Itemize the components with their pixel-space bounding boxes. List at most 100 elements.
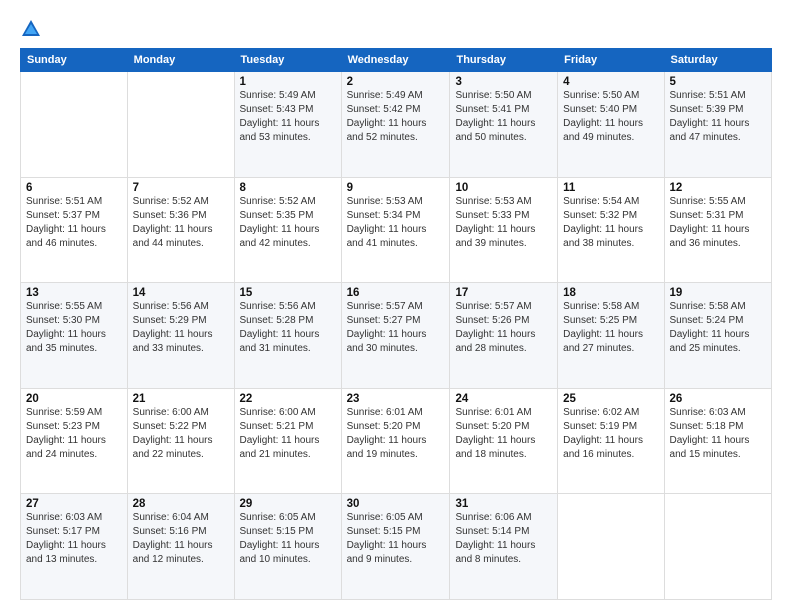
calendar-cell: 26Sunrise: 6:03 AM Sunset: 5:18 PM Dayli… [664,388,771,494]
day-info: Sunrise: 5:53 AM Sunset: 5:33 PM Dayligh… [455,195,552,251]
calendar-cell: 21Sunrise: 6:00 AM Sunset: 5:22 PM Dayli… [127,388,234,494]
day-info: Sunrise: 6:00 AM Sunset: 5:21 PM Dayligh… [240,406,336,462]
calendar-cell: 6Sunrise: 5:51 AM Sunset: 5:37 PM Daylig… [21,177,128,283]
day-info: Sunrise: 5:53 AM Sunset: 5:34 PM Dayligh… [347,195,445,251]
calendar-cell: 12Sunrise: 5:55 AM Sunset: 5:31 PM Dayli… [664,177,771,283]
calendar-cell: 20Sunrise: 5:59 AM Sunset: 5:23 PM Dayli… [21,388,128,494]
calendar-cell: 14Sunrise: 5:56 AM Sunset: 5:29 PM Dayli… [127,283,234,389]
day-info: Sunrise: 6:01 AM Sunset: 5:20 PM Dayligh… [455,406,552,462]
day-number: 29 [240,498,336,510]
day-info: Sunrise: 5:58 AM Sunset: 5:24 PM Dayligh… [670,300,766,356]
day-number: 5 [670,76,766,88]
day-info: Sunrise: 5:55 AM Sunset: 5:31 PM Dayligh… [670,195,766,251]
calendar-week-row: 1Sunrise: 5:49 AM Sunset: 5:43 PM Daylig… [21,72,772,178]
day-info: Sunrise: 6:03 AM Sunset: 5:18 PM Dayligh… [670,406,766,462]
day-info: Sunrise: 6:02 AM Sunset: 5:19 PM Dayligh… [563,406,658,462]
calendar-cell: 4Sunrise: 5:50 AM Sunset: 5:40 PM Daylig… [558,72,664,178]
day-info: Sunrise: 5:50 AM Sunset: 5:40 PM Dayligh… [563,89,658,145]
calendar-cell [21,72,128,178]
day-number: 14 [133,287,229,299]
day-number: 27 [26,498,122,510]
day-info: Sunrise: 5:56 AM Sunset: 5:28 PM Dayligh… [240,300,336,356]
day-number: 10 [455,182,552,194]
day-number: 4 [563,76,658,88]
calendar-week-row: 13Sunrise: 5:55 AM Sunset: 5:30 PM Dayli… [21,283,772,389]
calendar-cell [127,72,234,178]
calendar-header-sunday: Sunday [21,49,128,72]
day-number: 8 [240,182,336,194]
day-number: 24 [455,393,552,405]
day-info: Sunrise: 5:55 AM Sunset: 5:30 PM Dayligh… [26,300,122,356]
day-number: 16 [347,287,445,299]
day-info: Sunrise: 6:00 AM Sunset: 5:22 PM Dayligh… [133,406,229,462]
day-info: Sunrise: 5:52 AM Sunset: 5:35 PM Dayligh… [240,195,336,251]
day-info: Sunrise: 5:58 AM Sunset: 5:25 PM Dayligh… [563,300,658,356]
calendar-week-row: 6Sunrise: 5:51 AM Sunset: 5:37 PM Daylig… [21,177,772,283]
day-info: Sunrise: 6:05 AM Sunset: 5:15 PM Dayligh… [240,511,336,567]
day-info: Sunrise: 5:51 AM Sunset: 5:37 PM Dayligh… [26,195,122,251]
day-number: 28 [133,498,229,510]
calendar-cell: 19Sunrise: 5:58 AM Sunset: 5:24 PM Dayli… [664,283,771,389]
day-info: Sunrise: 6:03 AM Sunset: 5:17 PM Dayligh… [26,511,122,567]
day-number: 25 [563,393,658,405]
day-info: Sunrise: 6:01 AM Sunset: 5:20 PM Dayligh… [347,406,445,462]
calendar-cell: 15Sunrise: 5:56 AM Sunset: 5:28 PM Dayli… [234,283,341,389]
day-number: 7 [133,182,229,194]
day-info: Sunrise: 5:50 AM Sunset: 5:41 PM Dayligh… [455,89,552,145]
calendar-cell: 23Sunrise: 6:01 AM Sunset: 5:20 PM Dayli… [341,388,450,494]
day-number: 30 [347,498,445,510]
calendar-header-friday: Friday [558,49,664,72]
day-info: Sunrise: 5:49 AM Sunset: 5:43 PM Dayligh… [240,89,336,145]
day-info: Sunrise: 6:06 AM Sunset: 5:14 PM Dayligh… [455,511,552,567]
calendar-cell [558,494,664,600]
calendar-header-row: SundayMondayTuesdayWednesdayThursdayFrid… [21,49,772,72]
day-info: Sunrise: 5:52 AM Sunset: 5:36 PM Dayligh… [133,195,229,251]
day-info: Sunrise: 5:57 AM Sunset: 5:26 PM Dayligh… [455,300,552,356]
calendar-cell: 17Sunrise: 5:57 AM Sunset: 5:26 PM Dayli… [450,283,558,389]
calendar-cell: 22Sunrise: 6:00 AM Sunset: 5:21 PM Dayli… [234,388,341,494]
calendar-cell: 16Sunrise: 5:57 AM Sunset: 5:27 PM Dayli… [341,283,450,389]
day-number: 9 [347,182,445,194]
calendar-header-wednesday: Wednesday [341,49,450,72]
calendar-cell: 24Sunrise: 6:01 AM Sunset: 5:20 PM Dayli… [450,388,558,494]
day-number: 2 [347,76,445,88]
calendar-cell: 2Sunrise: 5:49 AM Sunset: 5:42 PM Daylig… [341,72,450,178]
day-info: Sunrise: 5:49 AM Sunset: 5:42 PM Dayligh… [347,89,445,145]
calendar-cell: 18Sunrise: 5:58 AM Sunset: 5:25 PM Dayli… [558,283,664,389]
day-number: 15 [240,287,336,299]
day-info: Sunrise: 5:59 AM Sunset: 5:23 PM Dayligh… [26,406,122,462]
page: SundayMondayTuesdayWednesdayThursdayFrid… [0,0,792,612]
calendar-header-thursday: Thursday [450,49,558,72]
day-number: 12 [670,182,766,194]
header [20,18,772,40]
calendar-cell: 28Sunrise: 6:04 AM Sunset: 5:16 PM Dayli… [127,494,234,600]
calendar-cell: 10Sunrise: 5:53 AM Sunset: 5:33 PM Dayli… [450,177,558,283]
calendar-cell: 27Sunrise: 6:03 AM Sunset: 5:17 PM Dayli… [21,494,128,600]
calendar-cell: 9Sunrise: 5:53 AM Sunset: 5:34 PM Daylig… [341,177,450,283]
calendar-cell: 13Sunrise: 5:55 AM Sunset: 5:30 PM Dayli… [21,283,128,389]
logo-icon [20,18,42,40]
day-number: 18 [563,287,658,299]
day-number: 6 [26,182,122,194]
day-number: 3 [455,76,552,88]
logo [20,18,46,40]
day-info: Sunrise: 5:56 AM Sunset: 5:29 PM Dayligh… [133,300,229,356]
calendar-cell [664,494,771,600]
calendar-week-row: 20Sunrise: 5:59 AM Sunset: 5:23 PM Dayli… [21,388,772,494]
day-number: 23 [347,393,445,405]
calendar-cell: 8Sunrise: 5:52 AM Sunset: 5:35 PM Daylig… [234,177,341,283]
calendar-cell: 30Sunrise: 6:05 AM Sunset: 5:15 PM Dayli… [341,494,450,600]
calendar-header-tuesday: Tuesday [234,49,341,72]
calendar-cell: 29Sunrise: 6:05 AM Sunset: 5:15 PM Dayli… [234,494,341,600]
day-info: Sunrise: 6:05 AM Sunset: 5:15 PM Dayligh… [347,511,445,567]
calendar-cell: 31Sunrise: 6:06 AM Sunset: 5:14 PM Dayli… [450,494,558,600]
day-number: 21 [133,393,229,405]
day-number: 1 [240,76,336,88]
day-info: Sunrise: 6:04 AM Sunset: 5:16 PM Dayligh… [133,511,229,567]
calendar-cell: 3Sunrise: 5:50 AM Sunset: 5:41 PM Daylig… [450,72,558,178]
day-number: 20 [26,393,122,405]
day-number: 26 [670,393,766,405]
calendar-header-monday: Monday [127,49,234,72]
calendar-cell: 7Sunrise: 5:52 AM Sunset: 5:36 PM Daylig… [127,177,234,283]
day-number: 13 [26,287,122,299]
